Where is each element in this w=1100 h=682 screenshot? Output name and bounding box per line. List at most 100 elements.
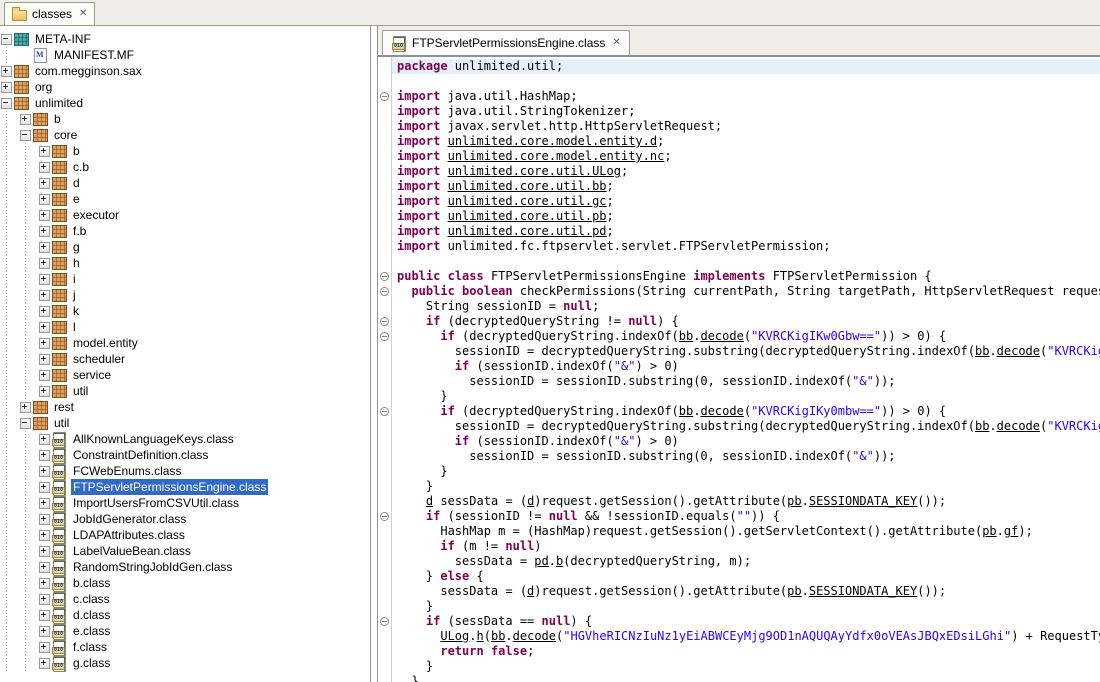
code-link[interactable]: unlimited.core.util.ULog — [448, 164, 621, 178]
expand-icon[interactable] — [38, 335, 51, 351]
collapse-icon[interactable] — [0, 95, 13, 111]
code-link[interactable]: decode — [997, 419, 1040, 433]
tree-item[interactable]: j — [0, 287, 370, 303]
tab-classes[interactable]: classes ✕ — [4, 2, 95, 25]
code-link[interactable]: pd — [534, 554, 548, 568]
tree-item[interactable]: d — [0, 175, 370, 191]
fold-collapse-icon[interactable] — [380, 332, 389, 341]
fold-collapse-icon[interactable] — [380, 317, 389, 326]
expand-icon[interactable] — [38, 319, 51, 335]
expand-icon[interactable] — [38, 447, 51, 463]
expand-icon[interactable] — [38, 159, 51, 175]
expand-icon[interactable] — [38, 527, 51, 543]
tree-item[interactable]: l — [0, 319, 370, 335]
code-link[interactable]: decode — [513, 629, 556, 643]
tree-item[interactable]: RandomStringJobIdGen.class — [0, 559, 370, 575]
code-view[interactable]: package unlimited.util;import java.util.… — [392, 57, 1100, 682]
tree-item[interactable]: ConstraintDefinition.class — [0, 447, 370, 463]
fold-collapse-icon[interactable] — [380, 617, 389, 626]
expand-icon[interactable] — [38, 367, 51, 383]
tree-item[interactable]: core — [0, 127, 370, 143]
code-link[interactable]: unlimited.core.model.entity.nc — [448, 149, 665, 163]
tree-item[interactable]: h — [0, 255, 370, 271]
code-link[interactable]: decode — [997, 344, 1040, 358]
expand-icon[interactable] — [38, 223, 51, 239]
tree-item[interactable]: e.class — [0, 623, 370, 639]
expand-icon[interactable] — [38, 559, 51, 575]
code-link[interactable]: pb — [982, 524, 996, 538]
expand-icon[interactable] — [38, 239, 51, 255]
collapse-icon[interactable] — [19, 127, 32, 143]
tree-item[interactable]: META-INF — [0, 31, 370, 47]
tree-item[interactable]: c.b — [0, 159, 370, 175]
tree-item[interactable]: ImportUsersFromCSVUtil.class — [0, 495, 370, 511]
tree-item[interactable]: e — [0, 191, 370, 207]
fold-collapse-icon[interactable] — [380, 512, 389, 521]
close-icon[interactable]: ✕ — [610, 38, 620, 48]
tree-item[interactable]: g — [0, 239, 370, 255]
tree-item[interactable]: MANIFEST.MF — [0, 47, 370, 63]
expand-icon[interactable] — [38, 607, 51, 623]
tree-item[interactable]: FCWebEnums.class — [0, 463, 370, 479]
expand-icon[interactable] — [38, 191, 51, 207]
tree-item[interactable]: k — [0, 303, 370, 319]
expand-icon[interactable] — [38, 479, 51, 495]
tree-item[interactable]: i — [0, 271, 370, 287]
expand-icon[interactable] — [38, 575, 51, 591]
expand-icon[interactable] — [38, 463, 51, 479]
tree-item[interactable]: service — [0, 367, 370, 383]
tree-item[interactable]: b — [0, 111, 370, 127]
tree-item[interactable]: com.megginson.sax — [0, 63, 370, 79]
tree-item[interactable]: g.class — [0, 655, 370, 671]
tree-item[interactable]: b.class — [0, 575, 370, 591]
expand-icon[interactable] — [19, 399, 32, 415]
tree-item[interactable]: org — [0, 79, 370, 95]
code-link[interactable]: unlimited.core.util.bb — [448, 179, 607, 193]
expand-icon[interactable] — [38, 591, 51, 607]
expand-icon[interactable] — [0, 79, 13, 95]
tab-ftpservletpermissionsengine[interactable]: FTPServletPermissionsEngine.class ✕ — [382, 30, 630, 55]
expand-icon[interactable] — [38, 143, 51, 159]
expand-icon[interactable] — [38, 287, 51, 303]
expand-icon[interactable] — [38, 351, 51, 367]
expand-icon[interactable] — [38, 623, 51, 639]
tree-item[interactable]: FTPServletPermissionsEngine.class — [0, 479, 370, 495]
code-link[interactable]: SESSIONDATA_KEY — [809, 584, 917, 598]
code-link[interactable]: gf — [1004, 524, 1018, 538]
expand-icon[interactable] — [38, 383, 51, 399]
tree-item[interactable]: d.class — [0, 607, 370, 623]
code-link[interactable]: decode — [700, 404, 743, 418]
code-link[interactable]: SESSIONDATA_KEY — [809, 494, 917, 508]
code-link[interactable]: unlimited.core.util.pb — [448, 209, 607, 223]
expand-icon[interactable] — [38, 255, 51, 271]
code-link[interactable]: pb — [787, 584, 801, 598]
tree-item[interactable]: f.b — [0, 223, 370, 239]
tree-item[interactable]: model.entity — [0, 335, 370, 351]
tree-item[interactable]: f.class — [0, 639, 370, 655]
collapse-icon[interactable] — [19, 415, 32, 431]
code-link[interactable]: bb — [975, 419, 989, 433]
expand-icon[interactable] — [38, 175, 51, 191]
code-link[interactable]: bb — [679, 329, 693, 343]
fold-collapse-icon[interactable] — [380, 407, 389, 416]
code-link[interactable]: h — [477, 629, 484, 643]
expand-icon[interactable] — [38, 207, 51, 223]
fold-collapse-icon[interactable] — [380, 287, 389, 296]
tree-item[interactable]: util — [0, 383, 370, 399]
code-link[interactable]: bb — [975, 344, 989, 358]
tree-item[interactable]: c.class — [0, 591, 370, 607]
code-link[interactable]: bb — [491, 629, 505, 643]
tree-item[interactable]: unlimited — [0, 95, 370, 111]
collapse-icon[interactable] — [0, 31, 13, 47]
expand-icon[interactable] — [19, 111, 32, 127]
close-icon[interactable]: ✕ — [77, 9, 87, 19]
expand-icon[interactable] — [38, 303, 51, 319]
code-link[interactable]: unlimited.core.util.pd — [448, 224, 607, 238]
tree-item[interactable]: rest — [0, 399, 370, 415]
code-link[interactable]: bb — [679, 404, 693, 418]
tree-item[interactable]: b — [0, 143, 370, 159]
expand-icon[interactable] — [38, 511, 51, 527]
fold-collapse-icon[interactable] — [380, 92, 389, 101]
expand-icon[interactable] — [38, 639, 51, 655]
code-link[interactable]: unlimited.core.util.gc — [448, 194, 607, 208]
